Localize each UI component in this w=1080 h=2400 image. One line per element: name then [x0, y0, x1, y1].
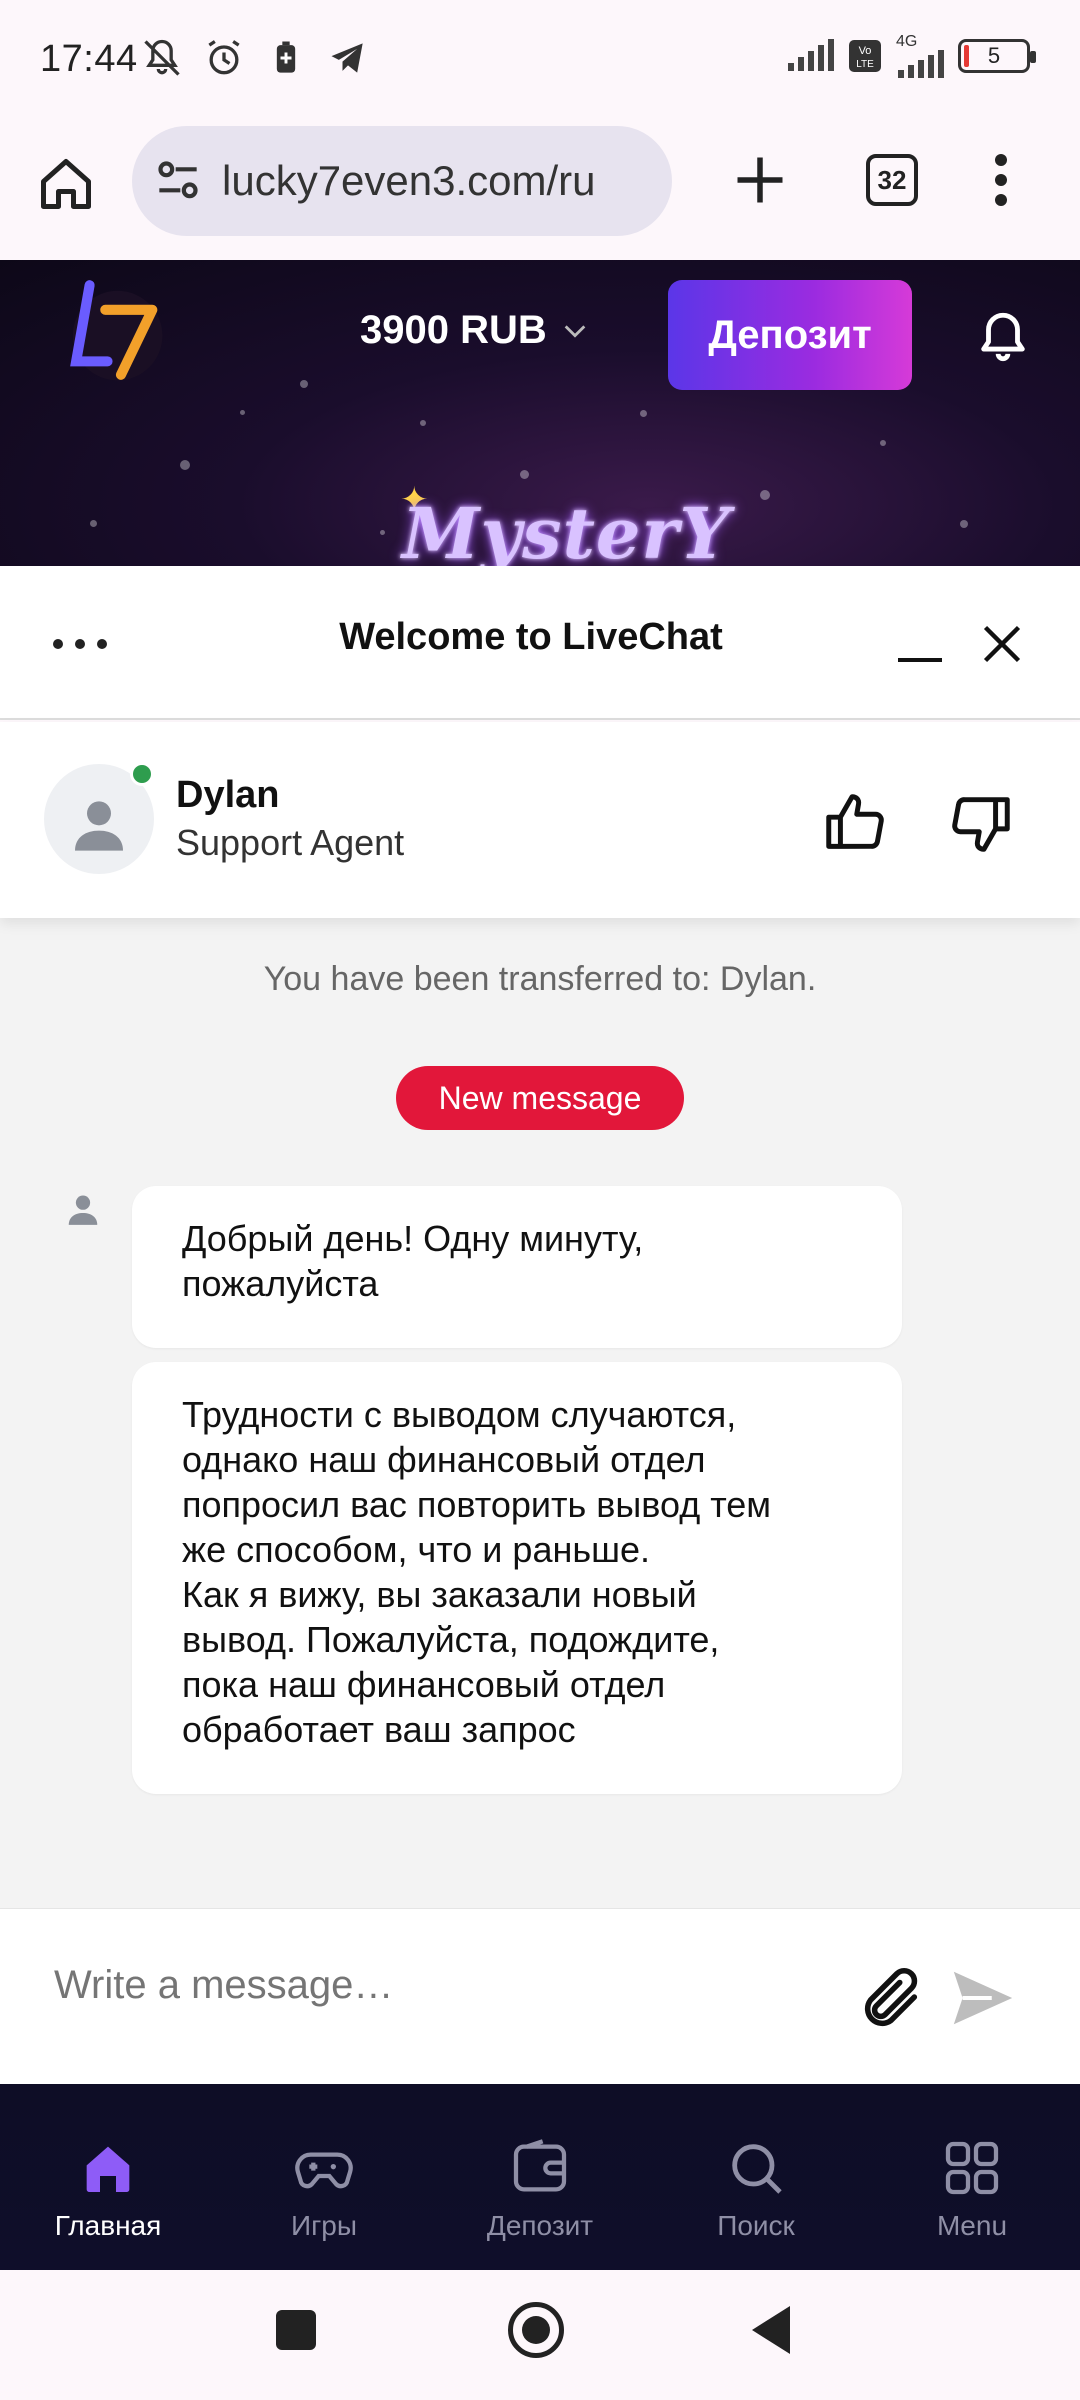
status-time: 17:44: [40, 38, 138, 80]
system-home-button[interactable]: [508, 2302, 564, 2358]
balance-dropdown[interactable]: 3900 RUB: [360, 308, 589, 353]
site-bottom-navigation: Главная Игры Депозит Поиск Menu: [0, 2084, 1080, 2270]
tab-switcher-button[interactable]: 32: [866, 154, 918, 206]
browser-menu-button[interactable]: [986, 150, 1016, 210]
status-system-icons: Vo LTE 4G 5: [786, 34, 1036, 78]
alarm-icon: [208, 40, 240, 75]
chevron-down-icon: [564, 324, 586, 338]
site-logo[interactable]: [56, 274, 168, 386]
attach-file-icon[interactable]: [856, 1965, 926, 2035]
nav-label: Депозит: [486, 2210, 594, 2241]
url-text[interactable]: lucky7even3.com/ru: [222, 157, 596, 205]
back-button[interactable]: [752, 2306, 790, 2354]
telegram-icon: [331, 43, 363, 73]
new-message-badge[interactable]: New message: [396, 1066, 684, 1130]
mute-icon: [144, 39, 180, 76]
site-header: 3900 RUB Депозит ✦ MysterY: [0, 260, 1080, 566]
status-notification-icons: [140, 36, 370, 80]
agent-message-avatar-icon: [68, 1195, 98, 1225]
minimize-chat-icon[interactable]: [896, 634, 944, 664]
search-icon: [732, 2144, 782, 2194]
message-composer: [0, 1908, 1080, 2084]
system-message: You have been transferred to: Dylan.: [263, 960, 817, 998]
balance-amount: 3900 RUB: [360, 308, 547, 352]
home-button[interactable]: [36, 154, 96, 214]
svg-text:Vo: Vo: [859, 45, 872, 57]
agent-info-bar: Dylan Support Agent: [0, 722, 1080, 918]
system-navigation-bar: [0, 2270, 1080, 2400]
notifications-bell-icon[interactable]: [974, 308, 1032, 366]
thumbs-down-icon[interactable]: [946, 788, 1016, 858]
recents-button[interactable]: [276, 2310, 316, 2350]
gamepad-icon: [295, 2152, 353, 2189]
battery-saver-icon: [276, 41, 296, 73]
nav-item-games[interactable]: Игры: [234, 2136, 414, 2242]
volte-icon: Vo LTE: [849, 40, 881, 72]
browser-toolbar: lucky7even3.com/ru 32: [0, 120, 1080, 260]
send-message-icon[interactable]: [948, 1965, 1018, 2031]
nav-label: Menu: [936, 2210, 1008, 2241]
new-tab-button[interactable]: [730, 150, 790, 210]
nav-label: Главная: [54, 2210, 162, 2241]
signal-icon-secondary: [898, 50, 944, 78]
nav-item-search[interactable]: Поиск: [666, 2136, 846, 2242]
message-input[interactable]: [54, 1963, 814, 2008]
address-bar[interactable]: lucky7even3.com/ru: [132, 126, 672, 236]
nav-item-home[interactable]: Главная: [18, 2136, 198, 2242]
wallet-icon: [513, 2139, 567, 2192]
livechat-header: Welcome to LiveChat: [0, 566, 1080, 720]
network-type-label: 4G: [896, 33, 918, 50]
chat-message-area[interactable]: You have been transferred to: Dylan. New…: [0, 918, 1080, 1908]
agent-message-bubble: Добрый день! Одну минуту, пожалуйста: [132, 1186, 902, 1348]
grid-icon: [945, 2141, 999, 2195]
deposit-button[interactable]: Депозит: [668, 280, 912, 390]
person-icon: [75, 801, 123, 851]
svg-text:LTE: LTE: [856, 59, 874, 70]
nav-item-deposit[interactable]: Депозит: [450, 2136, 630, 2242]
agent-role: Support Agent: [176, 822, 405, 863]
nav-label: Поиск: [717, 2210, 795, 2241]
signal-icon: [788, 39, 834, 71]
status-bar: 17:44 Vo LTE 4G 5: [0, 0, 1080, 120]
mobile-data-indicator: 4G: [896, 34, 944, 78]
battery-icon: 5: [958, 39, 1036, 73]
tab-count: 32: [877, 164, 907, 195]
battery-level: 5: [987, 43, 1001, 68]
agent-message-bubble: Трудности с выводом случаются, однако на…: [132, 1362, 902, 1794]
thumbs-up-icon[interactable]: [820, 788, 890, 858]
mystery-banner[interactable]: MysterY: [402, 492, 730, 566]
agent-name: Dylan: [176, 774, 280, 816]
nav-label: Игры: [290, 2210, 358, 2241]
nav-item-menu[interactable]: Menu: [882, 2136, 1062, 2242]
online-status-indicator: [130, 762, 154, 786]
home-icon: [86, 2146, 130, 2192]
close-chat-icon[interactable]: [980, 622, 1024, 666]
site-settings-icon[interactable]: [150, 153, 206, 209]
